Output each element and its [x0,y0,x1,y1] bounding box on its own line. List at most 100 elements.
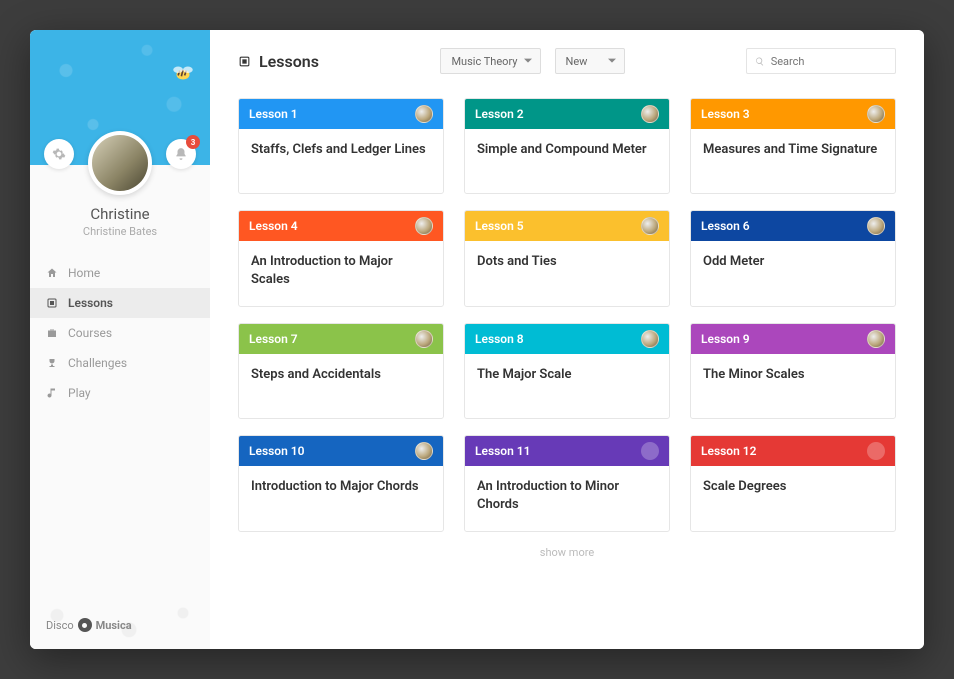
sidebar-item-lessons[interactable]: Lessons [30,288,210,318]
lesson-card[interactable]: Lesson 9 The Minor Scales [690,323,896,419]
lesson-badge: Lesson 3 [701,107,750,121]
briefcase-icon [46,327,58,339]
search-box[interactable] [746,48,896,74]
user-display-name: Christine [30,205,210,223]
lesson-title: Scale Degrees [691,466,895,530]
lesson-card[interactable]: Lesson 2 Simple and Compound Meter [464,98,670,194]
lesson-card[interactable]: Lesson 7 Steps and Accidentals [238,323,444,419]
lesson-card[interactable]: Lesson 1 Staffs, Clefs and Ledger Lines [238,98,444,194]
brand-logo-icon [78,618,92,632]
search-icon [755,56,765,67]
show-more-button[interactable]: show more [210,540,924,575]
lesson-title: Steps and Accidentals [239,354,443,418]
lesson-author-avatar [415,217,433,235]
avatar[interactable] [88,131,152,195]
lesson-title: An Introduction to Major Scales [239,241,443,306]
music-note-icon [46,387,58,399]
lesson-badge: Lesson 1 [249,107,298,121]
sidebar-nav: Home Lessons Courses Challenges Play [30,252,210,414]
user-full-name: Christine Bates [30,225,210,238]
lesson-card[interactable]: Lesson 3Measures and Time Signature [690,98,896,194]
sidebar-item-courses[interactable]: Courses [30,318,210,348]
lesson-title: An Introduction to Minor Chords [465,466,669,531]
sidebar: 3 Christine Christine Bates Home Lessons… [30,30,210,649]
lesson-card-header: Lesson 5 [465,211,669,241]
lesson-card[interactable]: Lesson 11 An Introduction to Minor Chords [464,435,670,532]
sidebar-item-play[interactable]: Play [30,378,210,408]
app-window: 3 Christine Christine Bates Home Lessons… [30,30,924,649]
sidebar-item-label: Challenges [68,356,127,370]
lesson-title: The Minor Scales [691,354,895,418]
sidebar-item-label: Courses [68,326,112,340]
lesson-badge: Lesson 11 [475,444,530,458]
brand-footer: Disco Musica [30,601,210,649]
lesson-card[interactable]: Lesson 12 Scale Degrees [690,435,896,532]
filter-sort-select[interactable]: New [555,48,625,74]
sidebar-hero: 3 [30,30,210,165]
lessons-icon [238,55,251,68]
gear-icon [52,147,66,161]
lesson-card-header: Lesson 1 [239,99,443,129]
lesson-badge: Lesson 12 [701,444,756,458]
brand-text-2: Musica [96,619,132,632]
lesson-badge: Lesson 7 [249,332,298,346]
lesson-author-placeholder [641,442,659,460]
sidebar-item-label: Play [68,386,91,400]
lesson-card-header: Lesson 8 [465,324,669,354]
lesson-author-avatar [867,217,885,235]
lesson-badge: Lesson 6 [701,219,750,233]
lesson-card[interactable]: Lesson 10 Introduction to Major Chords [238,435,444,532]
lesson-badge: Lesson 4 [249,219,298,233]
lesson-badge: Lesson 8 [475,332,524,346]
settings-button[interactable] [44,139,74,169]
avatar-image [92,135,148,191]
lesson-card-header: Lesson 6 [691,211,895,241]
lesson-badge: Lesson 10 [249,444,304,458]
lesson-card-header: Lesson 7 [239,324,443,354]
filter-category-value: Music Theory [451,55,517,68]
sidebar-item-home[interactable]: Home [30,258,210,288]
brand-text-1: Disco [46,619,74,632]
lesson-badge: Lesson 2 [475,107,524,121]
sidebar-item-challenges[interactable]: Challenges [30,348,210,378]
lesson-title: Introduction to Major Chords [239,466,443,530]
lesson-title: Staffs, Clefs and Ledger Lines [239,129,443,193]
lesson-card-header: Lesson 10 [239,436,443,466]
lesson-author-avatar [867,330,885,348]
trophy-icon [46,357,58,369]
lesson-badge: Lesson 9 [701,332,750,346]
lesson-author-avatar [415,330,433,348]
sidebar-item-label: Lessons [68,296,113,310]
lesson-title: Simple and Compound Meter [465,129,669,193]
main-content: Lessons Music Theory New Lesson 1 Staffs,… [210,30,924,649]
lessons-grid: Lesson 1Staffs, Clefs and Ledger LinesLe… [210,84,924,540]
lesson-title: Dots and Ties [465,241,669,305]
lesson-author-avatar [641,330,659,348]
lessons-icon [46,297,58,309]
search-input[interactable] [771,55,887,68]
lesson-card-header: Lesson 4 [239,211,443,241]
lesson-card-header: Lesson 9 [691,324,895,354]
lesson-card-header: Lesson 12 [691,436,895,466]
page-title: Lessons [238,52,319,71]
lesson-author-placeholder [867,442,885,460]
lesson-card-header: Lesson 11 [465,436,669,466]
lesson-card-header: Lesson 2 [465,99,669,129]
lesson-author-avatar [415,442,433,460]
page-title-text: Lessons [259,52,319,71]
lesson-author-avatar [867,105,885,123]
topbar: Lessons Music Theory New [210,30,924,84]
home-icon [46,267,58,279]
filter-sort-value: New [566,55,588,68]
lesson-card[interactable]: Lesson 8The Major Scale [464,323,670,419]
notifications-badge: 3 [186,135,200,149]
lesson-badge: Lesson 5 [475,219,524,233]
lesson-card[interactable]: Lesson 4 An Introduction to Major Scales [238,210,444,307]
lesson-title: Odd Meter [691,241,895,305]
lesson-card[interactable]: Lesson 5 Dots and Ties [464,210,670,307]
lesson-card[interactable]: Lesson 6 Odd Meter [690,210,896,307]
lesson-author-avatar [415,105,433,123]
lesson-author-avatar [641,105,659,123]
notifications-button[interactable]: 3 [166,139,196,169]
filter-category-select[interactable]: Music Theory [440,48,540,74]
